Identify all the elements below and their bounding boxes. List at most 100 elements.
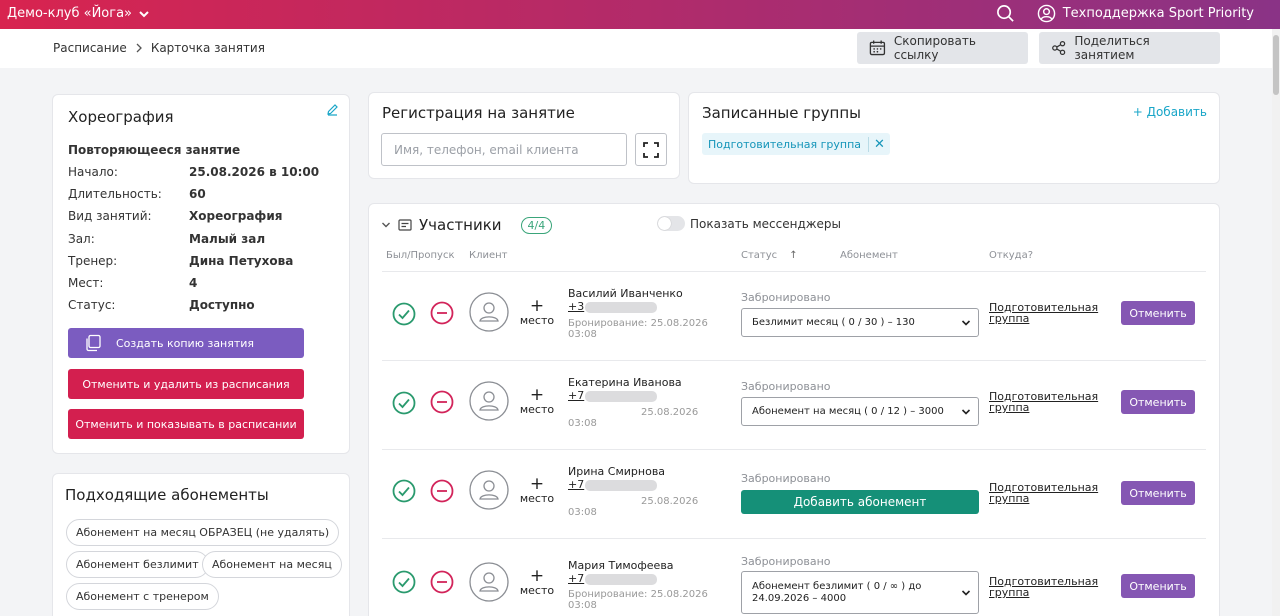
source-group-link[interactable]: Подготовительная группа — [989, 576, 1098, 598]
mark-present-icon[interactable] — [392, 391, 416, 415]
add-place-button[interactable]: + место — [517, 568, 557, 598]
subscription-select[interactable]: Абонемент на месяц ( 0 / 12 ) – 3000 — [741, 397, 979, 426]
mark-absent-icon[interactable] — [430, 390, 454, 414]
qr-scan-button[interactable] — [635, 133, 667, 166]
source-group-link[interactable]: Подготовительная группа — [989, 302, 1098, 324]
add-subscription-button[interactable]: Добавить абонемент — [741, 490, 979, 514]
client-phone-prefix: +7 — [568, 572, 585, 585]
booking-status: Забронировано — [741, 291, 831, 304]
field-value: 25.08.2026 в 10:00 — [189, 165, 320, 179]
sort-arrow-icon: ↑ — [789, 250, 798, 261]
support-menu[interactable]: Техподдержка Sport Priority — [1037, 4, 1254, 23]
mark-absent-icon[interactable] — [430, 479, 454, 503]
registration-card: Регистрация на занятие — [368, 92, 680, 179]
pencil-icon[interactable] — [326, 103, 339, 116]
add-place-button[interactable]: + место — [517, 298, 557, 328]
mark-absent-icon[interactable] — [430, 301, 454, 325]
booking-line: Бронирование: 25.08.2026 — [568, 318, 708, 329]
client-booking-info: Бронирование: 25.08.2026 03:08 — [568, 589, 708, 611]
subscription-select-value: Абонемент безлимит ( 0 / ∞ ) до 24.09.202… — [752, 581, 921, 605]
cancel-and-delete-button[interactable]: Отменить и удалить из расписания — [68, 369, 304, 399]
mark-present-icon[interactable] — [392, 479, 416, 503]
toggle-switch[interactable] — [657, 216, 685, 231]
field-value: Малый зал — [189, 232, 266, 246]
avatar-placeholder-icon — [469, 470, 509, 510]
mark-present-icon[interactable] — [392, 302, 416, 326]
vertical-scrollbar[interactable] — [1272, 29, 1280, 616]
cancel-booking-button[interactable]: Отменить — [1121, 301, 1195, 325]
field-hall: Зал: Малый зал — [68, 232, 265, 246]
club-name: Демо-клуб «Йога» — [7, 6, 132, 21]
subscription-chip[interactable]: Абонемент на месяц — [202, 551, 342, 578]
cancel-booking-button[interactable]: Отменить — [1121, 481, 1195, 505]
remove-group-icon[interactable]: ✕ — [868, 136, 890, 152]
col-status[interactable]: Статус ↑ — [741, 250, 798, 261]
chevron-down-icon[interactable] — [381, 220, 391, 230]
booking-time: 03:08 — [568, 418, 597, 429]
col-source: Откуда? — [989, 250, 1034, 261]
participant-row: + место Мария Тимофеева +7 Бронирование: … — [369, 539, 1219, 616]
toggle-knob — [658, 217, 671, 230]
field-value: Дина Петухова — [189, 254, 294, 268]
mark-present-icon[interactable] — [392, 570, 416, 594]
list-icon — [398, 218, 412, 231]
add-place-button[interactable]: + место — [517, 476, 557, 506]
support-label: Техподдержка Sport Priority — [1062, 6, 1254, 21]
col-subscription: Абонемент — [840, 250, 898, 261]
col-attendance: Был/Пропуск — [386, 250, 455, 261]
field-places: Мест: 4 — [68, 276, 197, 290]
subscription-chip[interactable]: Абонемент с тренером — [66, 583, 219, 610]
client-phone[interactable]: +3 — [568, 300, 658, 313]
source-group-link[interactable]: Подготовительная группа — [989, 391, 1098, 413]
top-bar: Демо-клуб «Йога» Техподдержка Sport Prio… — [0, 0, 1280, 29]
phone-redaction — [585, 301, 658, 313]
client-phone[interactable]: +7 — [568, 572, 658, 585]
client-booking-time: 03:08 — [568, 507, 597, 518]
cancel-booking-button[interactable]: Отменить — [1121, 574, 1195, 598]
add-group-link[interactable]: + Добавить — [1133, 105, 1207, 119]
subscription-select[interactable]: Абонемент безлимит ( 0 / ∞ ) до 24.09.202… — [741, 571, 979, 614]
cancel-booking-label: Отменить — [1129, 579, 1187, 593]
groups-card: Записанные группы + Добавить Подготовите… — [688, 92, 1220, 184]
share-icon — [1052, 40, 1066, 56]
field-status: Статус: Доступно — [68, 298, 255, 312]
create-copy-button[interactable]: Создать копию занятия — [68, 328, 304, 358]
participants-title: Участники — [419, 216, 502, 234]
subscription-chip[interactable]: Абонемент на месяц ОБРАЗЕЦ (не удалять) — [66, 519, 340, 546]
client-phone[interactable]: +7 — [568, 389, 658, 402]
client-booking-time: 03:08 — [568, 418, 597, 429]
cancel-booking-button[interactable]: Отменить — [1121, 390, 1195, 414]
source-group-link[interactable]: Подготовительная группа — [989, 482, 1098, 504]
add-place-button[interactable]: + место — [517, 387, 557, 417]
field-class-kind: Вид занятий: Хореография — [68, 209, 282, 223]
participant-row: + место Ирина Смирнова +7 25.08.2026 03:0… — [369, 450, 1219, 538]
club-selector[interactable]: Демо-клуб «Йога» — [7, 6, 150, 21]
client-name[interactable]: Екатерина Иванова — [568, 376, 682, 389]
group-chip-label: Подготовительная группа — [708, 137, 862, 151]
client-phone[interactable]: +7 — [568, 478, 658, 491]
cancel-booking-label: Отменить — [1129, 486, 1187, 500]
copy-link-label: Скопировать ссылку — [893, 34, 976, 62]
participants-header: Участники 4/4 — [381, 216, 553, 234]
breadcrumb-schedule[interactable]: Расписание — [53, 41, 127, 55]
subscription-chip[interactable]: Абонемент безлимит — [66, 551, 209, 578]
field-value: 60 — [189, 187, 206, 201]
client-search-input[interactable] — [381, 133, 627, 166]
share-class-button[interactable]: Поделиться занятием — [1039, 32, 1220, 64]
mark-absent-icon[interactable] — [430, 570, 454, 594]
field-value: 4 — [189, 276, 198, 290]
cancel-booking-label: Отменить — [1129, 395, 1187, 409]
client-name[interactable]: Ирина Смирнова — [568, 465, 665, 478]
show-messengers-toggle[interactable]: Показать мессенджеры — [657, 216, 841, 231]
avatar-placeholder-icon — [469, 562, 509, 602]
subscription-select[interactable]: Безлимит месяц ( 0 / 30 ) – 130 — [741, 308, 979, 337]
client-name[interactable]: Василий Иванченко — [568, 287, 683, 300]
search-icon[interactable] — [996, 4, 1015, 23]
copy-link-button[interactable]: Скопировать ссылку — [857, 32, 1028, 64]
source-line: группа — [989, 586, 1030, 599]
client-name[interactable]: Мария Тимофеева — [568, 559, 674, 572]
class-info-card: Хореография Повторяющееся занятие Начало… — [52, 94, 350, 454]
scrollbar-thumb[interactable] — [1273, 35, 1279, 95]
cancel-and-show-button[interactable]: Отменить и показывать в расписании — [68, 409, 304, 439]
client-booking-info: 25.08.2026 — [568, 496, 698, 507]
